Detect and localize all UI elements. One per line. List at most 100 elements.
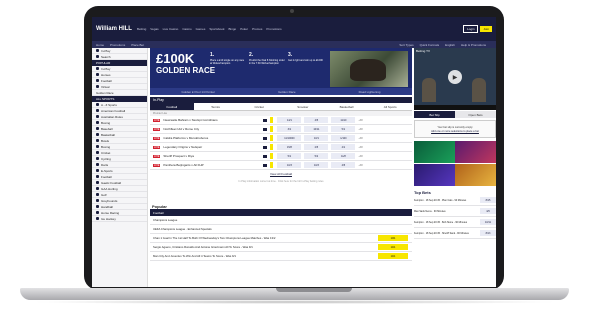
nav-item[interactable]: Promos <box>252 27 262 31</box>
table-row[interactable]: LIVE Northfleet Utd v Rome City 3/1 10/1… <box>150 125 412 134</box>
odds-button[interactable]: 15/8 <box>277 144 302 150</box>
odds-button[interactable]: 2/5 <box>304 144 329 150</box>
tab-bet-slip[interactable]: Bet Slip <box>414 111 455 118</box>
odds-button[interactable]: 4/1 <box>331 144 356 150</box>
odds-button[interactable]: 14/1 <box>277 117 302 123</box>
sidebar-item-label: Gaelic Football <box>101 180 122 185</box>
odds-button[interactable]: 5/1 <box>277 153 302 159</box>
odds-button[interactable]: 8/13 <box>480 230 496 236</box>
odds-button[interactable]: 4/5 <box>304 117 329 123</box>
sidebar-item-label: Baseball <box>101 126 113 131</box>
video-player[interactable]: Betting TV ▶ <box>414 48 496 110</box>
more-markets-link[interactable]: +38 <box>358 164 362 167</box>
sport-icon <box>96 211 99 214</box>
list-item[interactable]: Man Sank Nerve · 90 Minutes 4/6 <box>414 206 496 217</box>
odds-button[interactable]: 10/3 <box>304 162 329 168</box>
video-controls[interactable] <box>414 105 496 110</box>
brand-logo[interactable]: William HILL <box>96 26 132 32</box>
step-text: Predict the final 8 finishing order in t… <box>249 59 285 65</box>
sidebar-item-sport[interactable]: Ice Hockey <box>92 216 147 222</box>
list-item[interactable]: Chan 1 Goal In The 1st Half To Both Of W… <box>150 234 412 243</box>
promo-tile[interactable] <box>414 141 455 163</box>
promo-tab[interactable]: Golden £ Pool 14 Pointer <box>182 90 216 94</box>
subnav-item[interactable]: Home <box>96 43 104 47</box>
list-item[interactable]: Kempton · 18 Sep 20:45 · Plan Cats - 90 … <box>414 195 496 206</box>
odds-button[interactable]: 5/2 <box>304 153 329 159</box>
login-button[interactable]: Login <box>463 25 479 33</box>
odds-button[interactable]: 14/1 <box>378 244 408 250</box>
odds-button[interactable]: 11/8 <box>331 153 356 159</box>
match-teams[interactable]: Panthera Beijingarts v All FHP <box>163 163 263 167</box>
list-item[interactable]: UEFA Champions League · Enhanced Special… <box>150 225 412 234</box>
list-item[interactable]: Kempton · 18 Sep 20:45 · Bob Stone - 90 … <box>414 217 496 228</box>
nav-item[interactable]: Casino <box>182 27 191 31</box>
list-item[interactable]: Man City And Juventus To Win And All 4 T… <box>150 252 412 261</box>
odds-button[interactable]: 11/10000 <box>277 135 302 141</box>
nav-item[interactable]: Promotions <box>266 27 281 31</box>
table-row[interactable]: LIVE Panthera Beijingarts v All FHP 10/3… <box>150 161 412 170</box>
subnav-item[interactable]: Place Bet <box>131 43 144 47</box>
betslip-empty: Your bet slip is currently empty Add one… <box>414 120 496 138</box>
list-item[interactable]: Kempton · 18 Sep 20:45 · Sheriff Sank - … <box>414 228 496 239</box>
tab-snooker[interactable]: Snooker <box>281 103 325 110</box>
nav-item[interactable]: Poker <box>240 27 248 31</box>
more-markets-link[interactable]: +38 <box>358 146 362 149</box>
odds-button[interactable]: 14/1 <box>378 253 408 259</box>
match-teams[interactable]: Legendary Origins v Nelspeir <box>163 145 263 149</box>
tab-basketball[interactable]: Basketball <box>325 103 369 110</box>
odds-button[interactable]: 10/11 <box>304 126 329 132</box>
nav-item[interactable]: Live Casino <box>163 27 179 31</box>
table-row[interactable]: LIVE Sheriff Prospect v Riya 5/1 5/2 11/… <box>150 152 412 161</box>
match-teams[interactable]: Sheriff Prospect v Riya <box>163 154 263 158</box>
nav-item[interactable]: Vegas <box>150 27 158 31</box>
subnav-right-item[interactable]: Quick Formats <box>420 43 440 47</box>
more-markets-link[interactable]: +38 <box>358 128 362 131</box>
tab-all-sports[interactable]: All Sports <box>368 103 412 110</box>
odds-button[interactable]: 8/15 <box>480 197 496 203</box>
join-button[interactable]: Join <box>480 26 492 32</box>
nav-item[interactable]: Betting <box>137 27 146 31</box>
nav-item[interactable]: Bingo <box>229 27 237 31</box>
match-teams[interactable]: Northfleet Utd v Rome City <box>163 127 263 131</box>
odds-button[interactable]: 3/1 <box>277 126 302 132</box>
odds-button[interactable]: 11/10 <box>331 117 356 123</box>
tab-football[interactable]: Football <box>150 103 194 110</box>
more-markets-link[interactable]: +38 <box>358 155 362 158</box>
promo-tile[interactable] <box>414 164 455 186</box>
tab-open-bets[interactable]: Open Bets <box>455 111 496 118</box>
play-icon[interactable]: ▶ <box>448 70 462 84</box>
promo-tile[interactable] <box>455 141 496 163</box>
list-item[interactable]: Sergio Aguero, Cristiano Ronaldo And Ant… <box>150 243 412 252</box>
more-markets-link[interactable]: +38 <box>358 119 362 122</box>
sidebar-item-label: Cricket <box>101 150 111 155</box>
nav-item[interactable]: Games <box>196 27 206 31</box>
nav-item[interactable]: Sportsbook <box>209 27 224 31</box>
promo-tab[interactable]: Road Lightening <box>359 90 381 94</box>
subnav-item[interactable]: Promotions <box>110 43 125 47</box>
tab-cricket[interactable]: Cricket <box>237 103 281 110</box>
odds-button[interactable]: 10/11 <box>480 219 496 225</box>
odds-button[interactable]: 10/1 <box>304 135 329 141</box>
table-row[interactable]: LIVE Newcastle Bahrain v Stockpt Corinth… <box>150 116 412 125</box>
subnav-right-item[interactable]: Sort Types <box>399 43 413 47</box>
odds-button[interactable]: 5/1 <box>331 126 356 132</box>
odds-button[interactable]: 10/1 <box>378 235 408 241</box>
match-teams[interactable]: Caldra Platforms v Muroktroboros <box>163 136 263 140</box>
subnav-right-item[interactable]: Help & Promotions <box>461 43 486 47</box>
list-item[interactable]: Champions League <box>150 216 412 225</box>
odds-button[interactable]: 10/3 <box>277 162 302 168</box>
table-row[interactable]: LIVE Caldra Platforms v Muroktroboros 11… <box>150 134 412 143</box>
match-teams[interactable]: Newcastle Bahrain v Stockpt Corinthians <box>163 118 263 122</box>
tab-tennis[interactable]: Tennis <box>194 103 238 110</box>
table-row[interactable]: LIVE Legendary Origins v Nelspeir 15/8 2… <box>150 143 412 152</box>
promo-tab[interactable]: Golden Race <box>278 90 296 94</box>
odds-button[interactable]: 4/6 <box>480 208 496 214</box>
promo-tile[interactable] <box>455 164 496 186</box>
odds-button[interactable]: 4/5 <box>331 162 356 168</box>
betslip-help-link[interactable]: Add one or more selections to place a be… <box>431 130 479 133</box>
promo-banner[interactable]: £100K GOLDEN RACE 1. Place a £10 single o… <box>150 48 412 95</box>
view-all-link[interactable]: View All Football <box>150 170 412 178</box>
more-markets-link[interactable]: +38 <box>358 137 362 140</box>
odds-button[interactable]: 1/100 <box>331 135 356 141</box>
language-select[interactable]: English <box>445 43 455 47</box>
